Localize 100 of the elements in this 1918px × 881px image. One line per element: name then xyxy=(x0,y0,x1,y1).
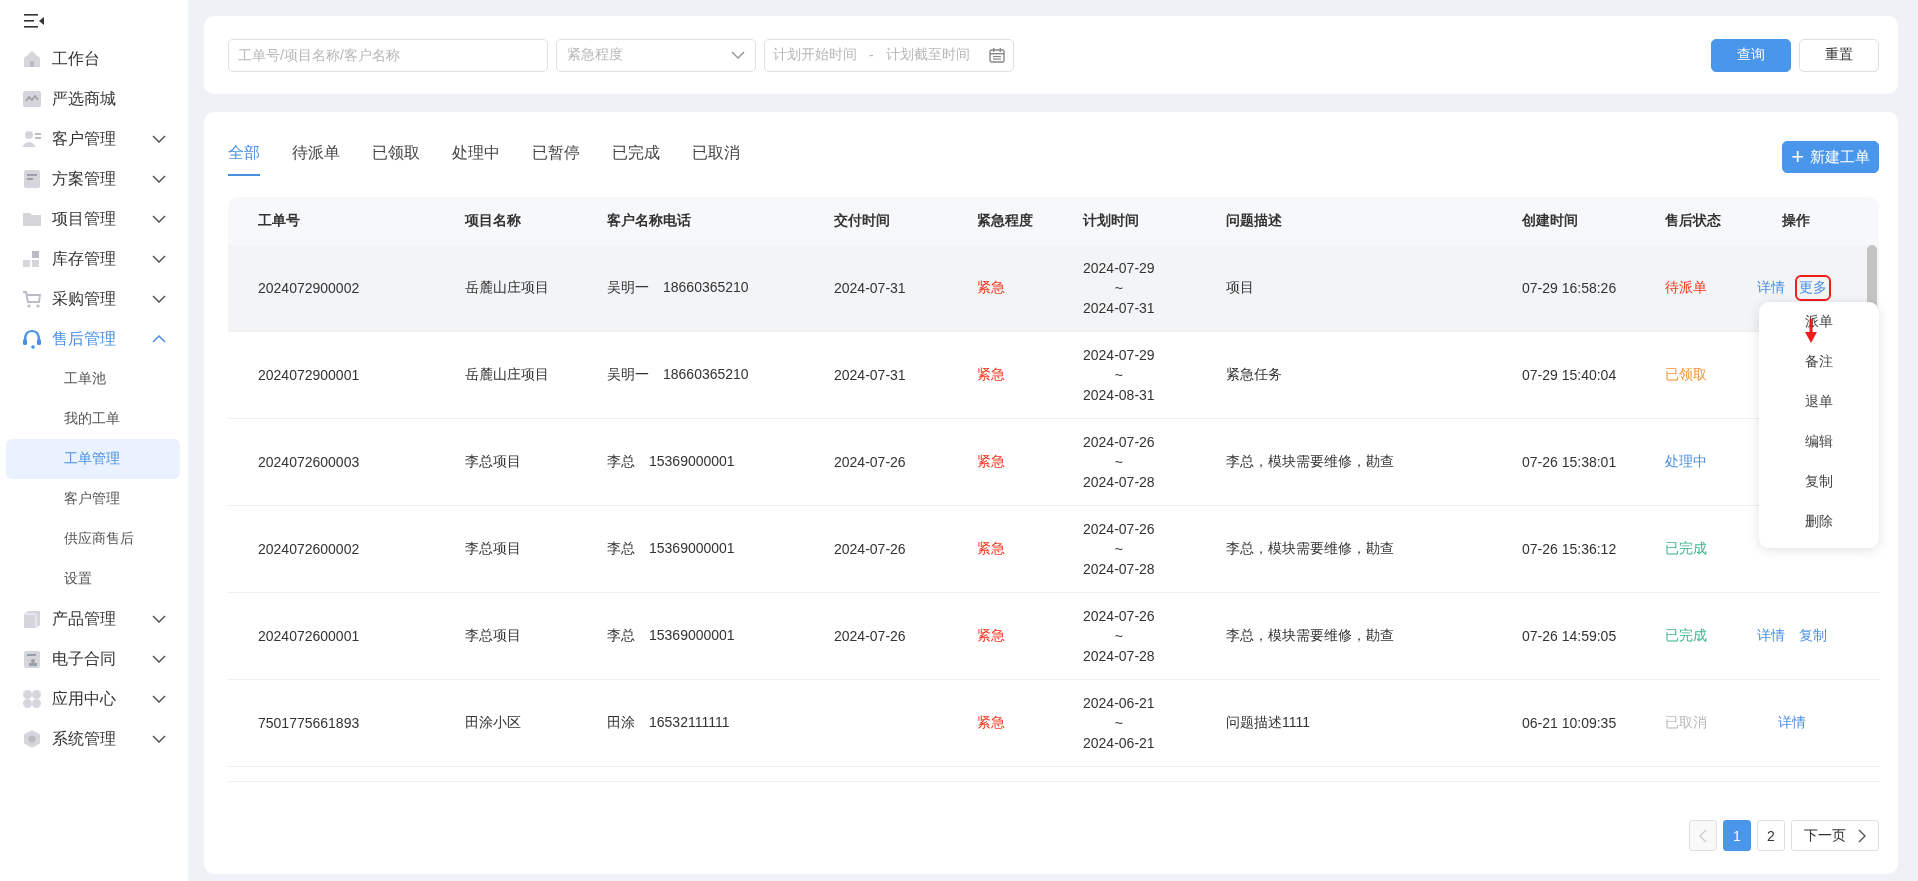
table-cell: 吴明一 xyxy=(607,279,649,295)
table-cell: 田涂 xyxy=(607,714,635,730)
status-label: 已完成 xyxy=(1665,540,1707,556)
urgency-label: 紧急 xyxy=(977,279,1005,295)
table-cell: 2024072900001 xyxy=(258,367,360,383)
table-cell: 2024072600002 xyxy=(258,541,360,557)
table-cell: 07-26 15:36:12 xyxy=(1522,541,1617,557)
urgency-label: 紧急 xyxy=(977,627,1005,643)
menu-icon[interactable] xyxy=(24,14,44,28)
chevron-left-icon xyxy=(1699,828,1707,843)
table-cell-text: 2024-07-26 xyxy=(1083,607,1155,626)
nav-item[interactable]: 工作台 xyxy=(0,39,188,79)
hexagon-icon xyxy=(22,729,42,749)
tab[interactable]: 已领取 xyxy=(372,143,420,176)
table-cell: 2024072900002 xyxy=(258,280,360,296)
urgency-label: 紧急 xyxy=(977,453,1005,469)
user-list-icon xyxy=(22,129,42,149)
table-cell: 2024-07-26 xyxy=(834,454,906,470)
table-cell: 07-26 15:38:01 xyxy=(1522,454,1617,470)
table-cell-text: 2024-07-28 xyxy=(1083,647,1155,666)
table-cell: 7501775661893 xyxy=(258,715,360,731)
table-cell: 问题描述1111 xyxy=(1226,714,1311,730)
table-cell: 李总 xyxy=(607,453,635,469)
menu-item[interactable]: 编辑 xyxy=(1759,422,1879,462)
table-cell: 李总项目 xyxy=(465,627,521,643)
tab[interactable]: 已取消 xyxy=(692,143,740,176)
table-cell: 李总，模块需要维修，勘查 xyxy=(1226,627,1394,643)
nav-item[interactable]: 产品管理 xyxy=(0,599,188,639)
status-label: 已领取 xyxy=(1665,366,1707,382)
status-label: 待派单 xyxy=(1665,279,1707,295)
table-cell: 15369000001 xyxy=(649,453,735,469)
status-label: 已完成 xyxy=(1665,627,1707,643)
chevron-down-icon xyxy=(731,51,745,59)
cart-icon xyxy=(22,289,42,309)
tab[interactable]: 处理中 xyxy=(452,143,500,176)
table-cell: 李总，模块需要维修，勘查 xyxy=(1226,540,1394,556)
nav-subitem[interactable]: 供应商售后 xyxy=(6,519,180,559)
action-link[interactable]: 详情 xyxy=(1757,627,1785,645)
table-cell-text: ~ xyxy=(1114,540,1123,559)
table-cell-text: 2024-06-21 xyxy=(1083,734,1155,753)
search-field[interactable]: 工单号/项目名称/客户名称 xyxy=(228,38,548,72)
menu-item[interactable]: 备注 xyxy=(1759,342,1879,382)
table-cell: 18660365210 xyxy=(663,279,749,295)
table-cell-text: ~ xyxy=(1114,453,1123,472)
nav-item[interactable]: 系统管理 xyxy=(0,719,188,759)
tab[interactable]: 已暂停 xyxy=(532,143,580,176)
nav-item[interactable]: 项目管理 xyxy=(0,199,188,239)
action-link[interactable]: 复制 xyxy=(1799,627,1827,645)
chart-icon xyxy=(22,89,42,109)
table-cell-text: 2024-07-26 xyxy=(1083,520,1155,539)
nav-item[interactable]: 方案管理 xyxy=(0,159,188,199)
chevron-right-icon xyxy=(1858,828,1866,843)
menu-item[interactable]: 退单 xyxy=(1759,382,1879,422)
table-cell: 15369000001 xyxy=(649,627,735,643)
page-button[interactable]: 2 xyxy=(1757,820,1785,851)
table-cell: 2024072600001 xyxy=(258,628,360,644)
nav-item[interactable]: 采购管理 xyxy=(0,279,188,319)
nav-item[interactable]: 客户管理 xyxy=(0,119,188,159)
tab[interactable]: 待派单 xyxy=(292,143,340,176)
table-cell: 15369000001 xyxy=(649,540,735,556)
table-cell: 紧急任务 xyxy=(1226,366,1282,382)
next-page-button[interactable]: 下一页 xyxy=(1791,820,1879,851)
column-header: 客户名称电话 xyxy=(606,212,692,230)
table-cell-text: ~ xyxy=(1114,366,1123,385)
column-header: 创建时间 xyxy=(1521,212,1579,230)
table-cell-text: 2024-07-28 xyxy=(1083,560,1155,579)
table-cell-text: 2024-07-28 xyxy=(1083,473,1155,492)
table-cell: 李总项目 xyxy=(465,453,521,469)
nav-subitem[interactable]: 客户管理 xyxy=(6,479,180,519)
blocks-icon xyxy=(22,249,42,269)
column-header: 项目名称 xyxy=(463,212,522,230)
nav-item[interactable]: 严选商城 xyxy=(0,79,188,119)
nav-subitem[interactable]: 设置 xyxy=(6,559,180,599)
action-link[interactable]: 详情 xyxy=(1778,714,1806,732)
reset-button[interactable]: 重置 xyxy=(1799,38,1879,72)
table-cell: 18660365210 xyxy=(663,366,749,382)
contract-icon xyxy=(22,649,42,669)
nav-item[interactable]: 电子合同 xyxy=(0,639,188,679)
table-cell: 李总，模块需要维修，勘查 xyxy=(1226,453,1394,469)
table-cell: 岳麓山庄项目 xyxy=(465,279,549,295)
column-header: 问题描述 xyxy=(1225,212,1283,230)
menu-item[interactable]: 删除 xyxy=(1759,502,1879,542)
table-cell: 07-26 14:59:05 xyxy=(1522,628,1617,644)
nav-subitem[interactable]: 工单池 xyxy=(6,359,180,399)
table-cell: 吴明一 xyxy=(607,366,649,382)
tab[interactable]: 已完成 xyxy=(612,143,660,176)
nav-item[interactable]: 库存管理 xyxy=(0,239,188,279)
column-header: 紧急程度 xyxy=(976,212,1034,230)
table-cell: 2024-07-31 xyxy=(834,367,906,383)
column-header: 售后状态 xyxy=(1664,212,1721,230)
table-cell: 06-21 10:09:35 xyxy=(1522,715,1617,731)
status-label: 已取消 xyxy=(1665,714,1707,730)
calendar-icon xyxy=(989,47,1005,63)
column-header: 计划时间 xyxy=(1081,212,1140,230)
home-icon xyxy=(22,49,42,69)
column-header: 工单号 xyxy=(257,212,301,230)
menu-item[interactable]: 复制 xyxy=(1759,462,1879,502)
table-cell: 田涂小区 xyxy=(465,714,521,730)
nav-subitem[interactable]: 我的工单 xyxy=(6,399,180,439)
nav-item[interactable]: 应用中心 xyxy=(0,679,188,719)
